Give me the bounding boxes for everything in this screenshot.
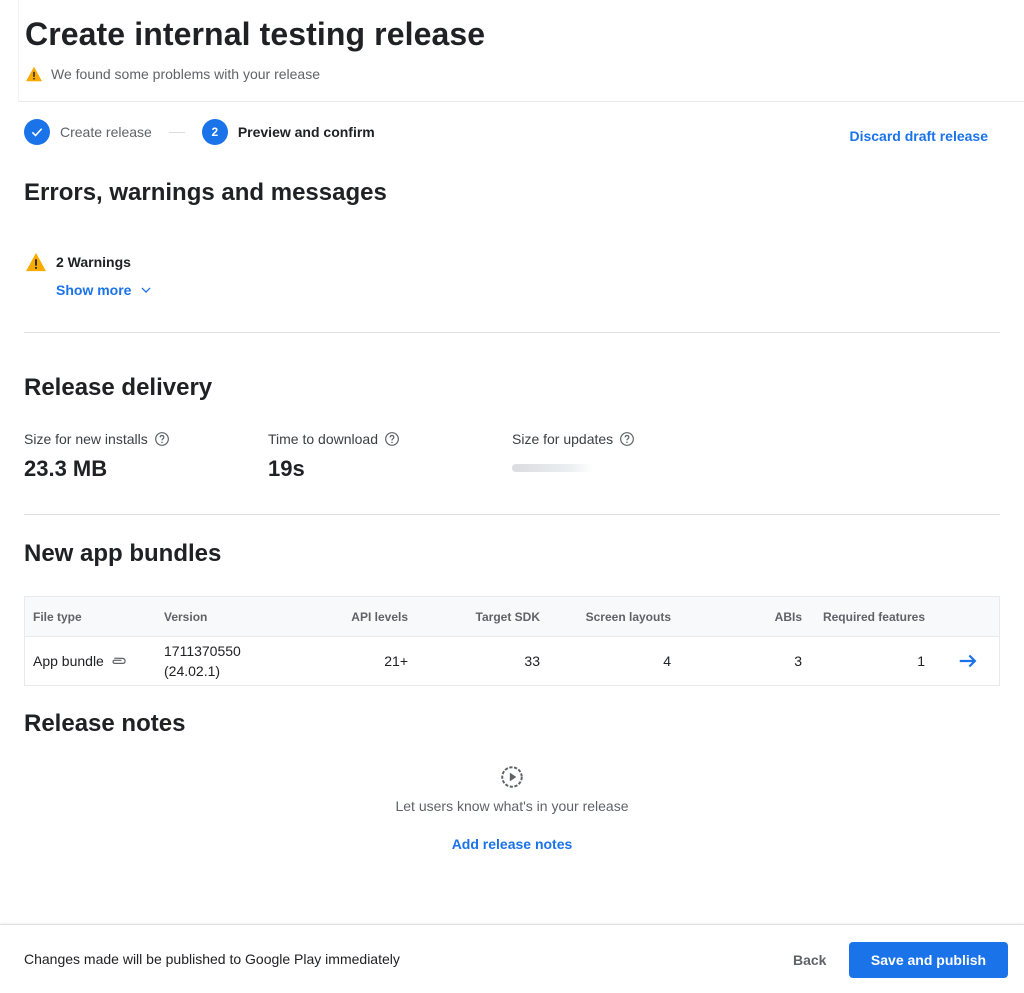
column-header-version: Version [164,609,208,624]
warning-icon [26,252,46,272]
step-separator [168,131,185,133]
release-notes-title: Release notes [24,710,186,737]
footer-message: Changes made will be published to Google… [24,951,400,967]
play-circle-icon [501,766,523,788]
loading-placeholder [512,464,594,472]
version-code: 1711370550 [164,643,241,659]
metric-label: Time to download [268,431,378,447]
metric-label: Size for new installs [24,431,148,447]
save-and-publish-button[interactable]: Save and publish [849,942,1008,978]
version-name: (24.02.1) [164,663,221,679]
column-header-file-type: File type [33,609,82,624]
help-icon[interactable] [619,431,635,447]
bundle-details-button[interactable] [957,637,979,685]
problem-message: We found some problems with your release [51,66,320,82]
table-row[interactable]: App bundle 1711370550 (24.02.1) 21+ 33 4… [25,637,999,685]
step-1-complete [24,119,50,145]
help-icon[interactable] [154,431,170,447]
warnings-summary: 2 Warnings Show more [24,252,152,298]
chevron-down-icon [141,287,152,293]
metric-label: Size for updates [512,431,614,447]
action-footer: Changes made will be published to Google… [0,924,1024,993]
section-divider [24,514,1000,515]
check-icon [31,128,43,137]
page-title: Create internal testing release [25,16,486,52]
step-2-number: 2 [201,119,228,145]
back-button[interactable]: Back [780,942,839,978]
column-header-required-features: Required features [822,609,925,624]
column-header-target-sdk: Target SDK [475,609,540,624]
show-more-button[interactable]: Show more [56,282,153,298]
screen-layouts-cell: 4 [663,653,671,669]
bundles-section-title: New app bundles [24,540,222,567]
required-features-cell: 1 [917,653,925,669]
help-icon[interactable] [384,431,400,447]
file-type: App bundle [33,653,104,669]
step-1-label: Create release [60,124,152,140]
step-2-label: Preview and confirm [237,124,375,140]
arrow-right-icon [959,654,977,668]
bundles-table: File type Version API levels Target SDK … [24,596,1000,686]
release-notes-empty-state: Let users know what's in your release Ad… [0,764,1024,852]
file-type-cell: App bundle [33,637,126,685]
add-release-notes-button[interactable]: Add release notes [0,836,1024,852]
metric-new-installs: Size for new installs 23.3 MB [24,430,170,482]
table-header: File type Version API levels Target SDK … [25,597,999,637]
metric-value: 23.3 MB [24,456,108,481]
release-stepper: Create release 2 Preview and confirm [24,118,375,146]
delivery-section-title: Release delivery [24,374,213,401]
warning-icon [26,66,42,82]
page-header: Create internal testing release We found… [18,0,1024,102]
abis-cell: 3 [794,653,802,669]
metric-value: 19s [268,456,305,481]
column-header-screen-layouts: Screen layouts [585,609,671,624]
metric-update-size: Size for updates [512,430,635,472]
api-levels-cell: 21+ [384,653,408,669]
column-header-api-levels: API levels [351,609,408,624]
metric-download-time: Time to download 19s [268,430,400,482]
column-header-abis: ABIs [774,609,802,624]
target-sdk-cell: 33 [524,653,540,669]
release-notes-hint: Let users know what's in your release [395,798,629,814]
show-more-label: Show more [56,282,132,298]
problem-banner: We found some problems with your release [25,66,320,82]
paperclip-icon [112,657,126,664]
errors-section-title: Errors, warnings and messages [24,179,387,206]
discard-draft-button[interactable]: Discard draft release [849,128,988,144]
warnings-count: 2 Warnings [56,254,131,270]
section-divider [24,332,1000,333]
version-cell: 1711370550 (24.02.1) [164,637,241,685]
